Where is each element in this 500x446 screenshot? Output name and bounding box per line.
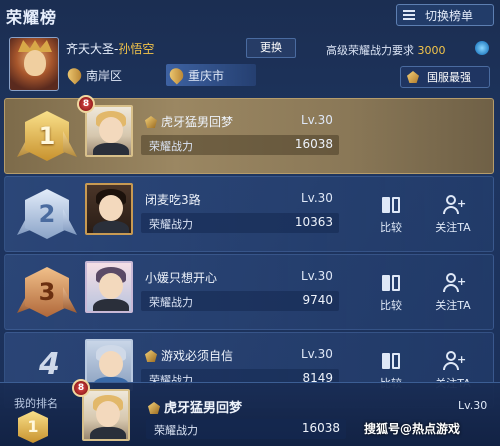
player-level: Lv.30 — [301, 269, 333, 283]
my-avatar[interactable] — [82, 389, 130, 441]
tab-district[interactable]: 南岸区 — [64, 64, 138, 86]
avatar[interactable] — [85, 183, 133, 235]
compare-icon — [380, 195, 402, 215]
power-value: 9740 — [302, 293, 333, 307]
my-rank-medal: 1 — [18, 411, 48, 443]
ranking-row[interactable]: 3 小媛只想开心 Lv.30 荣耀战力 9740 比较 + 关注TA — [4, 254, 494, 330]
power-bar: 荣耀战力 10363 — [141, 213, 339, 233]
my-power-value: 16038 — [301, 421, 340, 435]
list-icon — [403, 10, 415, 20]
watermark: 搜狐号@热点游戏 — [364, 422, 461, 436]
follow-button[interactable]: + 关注TA — [431, 195, 475, 239]
follow-button[interactable]: + 关注TA — [431, 273, 475, 317]
compare-icon — [380, 351, 402, 371]
gem-icon — [407, 71, 419, 83]
player-name: 闭麦吃3路 — [145, 193, 201, 207]
power-bar: 荣耀战力 16038 — [141, 135, 339, 155]
ranking-row[interactable]: 1 8 虎牙猛男回梦 Lv.30 荣耀战力 16038 — [4, 95, 494, 174]
add-friend-icon: + — [442, 351, 466, 371]
rank-medal: 2 — [17, 183, 77, 247]
power-requirement: 高级荣耀战力要求 3000 — [326, 44, 446, 57]
level-badge: 8 — [77, 95, 95, 113]
change-hero-button[interactable]: 更换 — [246, 38, 296, 58]
switch-list-button[interactable]: 切换榜单 — [396, 4, 494, 26]
my-player-name: 虎牙猛男回梦 — [148, 397, 242, 416]
page-title: 荣耀榜 — [6, 8, 58, 27]
compare-icon — [380, 273, 402, 293]
rank-medal: 3 — [17, 261, 77, 325]
power-value: 10363 — [294, 215, 333, 229]
my-player-level: Lv.30 — [458, 399, 488, 412]
player-name: 虎牙猛男回梦 — [145, 113, 233, 130]
server-best-button[interactable]: 国服最强 — [400, 66, 490, 88]
player-level: Lv.30 — [301, 347, 333, 361]
avatar[interactable] — [85, 261, 133, 313]
avatar[interactable] — [85, 105, 133, 157]
add-friend-icon: + — [442, 195, 466, 215]
hero-name: 齐天大圣-孙悟空 — [66, 42, 155, 56]
honor-icon — [145, 116, 157, 128]
switch-list-label: 切换榜单 — [425, 8, 474, 23]
location-pin-icon — [64, 65, 85, 85]
add-friend-icon: + — [442, 273, 466, 293]
rank-medal: 1 — [17, 105, 77, 169]
hero-avatar[interactable] — [9, 37, 59, 91]
compare-button[interactable]: 比较 — [369, 273, 413, 317]
power-value: 16038 — [294, 137, 333, 151]
my-power-bar: 荣耀战力 16038 — [146, 419, 346, 439]
tab-city[interactable]: 重庆市 — [166, 64, 256, 86]
location-pin-icon — [166, 65, 187, 85]
ranking-row[interactable]: 2 闭麦吃3路 Lv.30 荣耀战力 10363 比较 + 关注TA — [4, 176, 494, 252]
honor-icon — [148, 402, 160, 414]
power-bar: 荣耀战力 9740 — [141, 291, 339, 311]
hero-card: 齐天大圣-孙悟空 更换 高级荣耀战力要求 3000 南岸区 重庆市 国服最强 — [4, 34, 494, 94]
player-name: 游戏必须自信 — [145, 347, 233, 364]
power-icon — [475, 41, 489, 55]
player-level: Lv.30 — [301, 113, 333, 127]
honor-icon — [145, 350, 157, 362]
player-level: Lv.30 — [301, 191, 333, 205]
compare-button[interactable]: 比较 — [369, 195, 413, 239]
level-badge: 8 — [72, 379, 90, 397]
top-bar: 荣耀榜 切换榜单 — [0, 0, 500, 32]
my-rank-label: 我的排名 — [14, 397, 58, 410]
player-name: 小媛只想开心 — [145, 271, 218, 285]
